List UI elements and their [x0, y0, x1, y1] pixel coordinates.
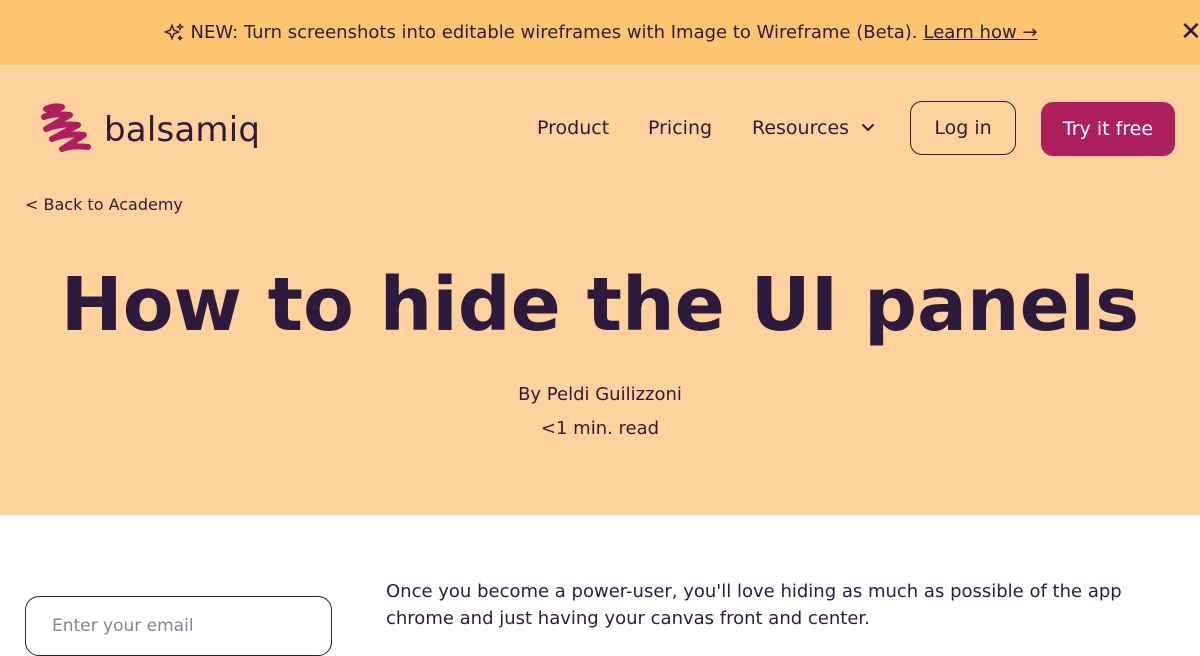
article-read-time: <1 min. read	[540, 418, 660, 439]
article-body-paragraph: Once you become a power-user, you'll lov…	[386, 581, 1122, 629]
close-icon[interactable]: ✕	[1180, 19, 1200, 45]
announcement-banner: NEW: Turn screenshots into editable wire…	[0, 0, 1200, 65]
page-title: How to hide the UI panels	[60, 262, 1140, 348]
learn-how-link[interactable]: Learn how →	[924, 22, 1038, 43]
article-author: By Peldi Guilizzoni	[518, 384, 682, 405]
nav-pricing[interactable]: Pricing	[648, 117, 712, 139]
login-button[interactable]: Log in	[910, 101, 1016, 155]
try-free-button[interactable]: Try it free	[1041, 102, 1175, 156]
balsamiq-logo[interactable]: balsamiq	[40, 103, 260, 157]
sparkle-icon	[163, 22, 185, 44]
nav-resources[interactable]: Resources	[752, 117, 875, 139]
announcement-text: NEW: Turn screenshots into editable wire…	[190, 22, 918, 43]
back-to-academy-link[interactable]: < Back to Academy	[25, 195, 183, 214]
email-field[interactable]	[25, 596, 332, 656]
hero-section: balsamiq Product Pricing Resources Log i…	[0, 65, 1200, 515]
nav-product[interactable]: Product	[537, 117, 609, 139]
logo-squiggle-icon	[41, 103, 91, 152]
logo-wordmark: balsamiq	[104, 110, 261, 150]
nav-resources-label: Resources	[752, 117, 850, 139]
chevron-down-icon	[862, 124, 875, 131]
